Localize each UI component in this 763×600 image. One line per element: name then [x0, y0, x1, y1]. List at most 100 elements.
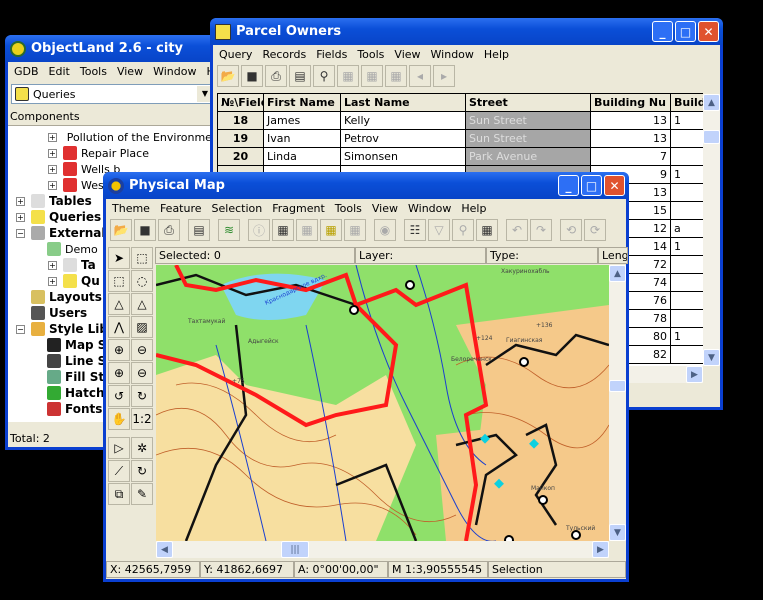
- cell-first[interactable]: Linda: [263, 147, 341, 166]
- scroll-up-icon[interactable]: ▲: [609, 265, 626, 282]
- expand-toggle-icon[interactable]: −: [16, 324, 25, 334]
- scroll-thumb[interactable]: [609, 380, 626, 392]
- select-circle-icon[interactable]: ◌: [131, 270, 153, 292]
- maximize-button[interactable]: □: [581, 175, 602, 196]
- cell-last[interactable]: Kelly: [340, 111, 466, 130]
- cell-n[interactable]: 19: [217, 129, 264, 148]
- cell-build[interactable]: 1: [670, 165, 703, 184]
- menu-fields[interactable]: Fields: [316, 48, 347, 61]
- link-object-icon[interactable]: ◉: [374, 219, 396, 241]
- table-row[interactable]: 19 Ivan Petrov Sun Street 13: [217, 129, 703, 148]
- back-icon[interactable]: ↶: [506, 219, 528, 241]
- parcel-titlebar[interactable]: Parcel Owners _ □ ✕: [210, 18, 723, 45]
- redo-icon[interactable]: ⟳: [584, 219, 606, 241]
- pointer-icon[interactable]: ➤: [108, 247, 130, 269]
- menu-view[interactable]: View: [394, 48, 420, 61]
- zoom-out-bar-icon[interactable]: ⊖: [131, 362, 153, 384]
- select-hatch-icon[interactable]: ▨: [131, 316, 153, 338]
- open-icon[interactable]: 📂: [217, 65, 239, 87]
- maximize-button[interactable]: □: [675, 21, 696, 42]
- table-row[interactable]: 20 Linda Simonsen Park Avenue 7: [217, 147, 703, 166]
- menu-window[interactable]: Window: [431, 48, 474, 61]
- cell-build[interactable]: [670, 291, 703, 310]
- info-icon[interactable]: ⓘ: [248, 219, 270, 241]
- cell-build[interactable]: [670, 201, 703, 220]
- component-combo[interactable]: Queries ▼: [11, 84, 214, 104]
- rotate-right-icon[interactable]: ↻: [131, 385, 153, 407]
- next-icon[interactable]: ▸: [433, 65, 455, 87]
- expand-toggle-icon[interactable]: +: [48, 260, 57, 270]
- cell-build[interactable]: [670, 255, 703, 274]
- map-hscrollbar[interactable]: ◀ ||| ▶: [156, 541, 609, 558]
- cell-first[interactable]: Ivan: [263, 129, 341, 148]
- polyline-icon[interactable]: ⟋: [108, 460, 130, 482]
- menu-help[interactable]: Help: [484, 48, 509, 61]
- expand-toggle-icon[interactable]: −: [16, 228, 25, 238]
- scroll-right-icon[interactable]: ▶: [686, 366, 703, 383]
- menu-tools[interactable]: Tools: [357, 48, 384, 61]
- expand-toggle-icon[interactable]: +: [48, 164, 57, 174]
- expand-toggle-icon[interactable]: +: [48, 132, 57, 142]
- scroll-down-icon[interactable]: ▼: [703, 349, 720, 366]
- legend-icon[interactable]: ☷: [404, 219, 426, 241]
- cell-n[interactable]: 20: [217, 147, 264, 166]
- menu-tools[interactable]: Tools: [335, 202, 362, 215]
- menu-fragment[interactable]: Fragment: [272, 202, 325, 215]
- menu-edit[interactable]: Edit: [49, 65, 70, 78]
- save-icon[interactable]: ■: [241, 65, 263, 87]
- cell-build[interactable]: [670, 345, 703, 364]
- open-icon[interactable]: 📂: [110, 219, 132, 241]
- cell-n[interactable]: 18: [217, 111, 264, 130]
- col-header-build[interactable]: Build: [670, 93, 703, 112]
- copy-fragment-icon[interactable]: ⧉: [108, 483, 130, 505]
- cell-last[interactable]: Simonsen: [340, 147, 466, 166]
- search-icon[interactable]: ⚲: [452, 219, 474, 241]
- zoom-in-bar-icon[interactable]: ⊕: [108, 362, 130, 384]
- grid-icon[interactable]: ▦: [476, 219, 498, 241]
- scroll-thumb[interactable]: [703, 130, 720, 144]
- cell-build[interactable]: [670, 183, 703, 202]
- cell-build[interactable]: [670, 147, 703, 166]
- map-titlebar[interactable]: Physical Map _ □ ✕: [103, 172, 629, 199]
- find-icon[interactable]: ⚲: [313, 65, 335, 87]
- col-header-street[interactable]: Street: [465, 93, 591, 112]
- menu-selection[interactable]: Selection: [212, 202, 263, 215]
- add-row-icon[interactable]: ▦: [361, 65, 383, 87]
- prev-icon[interactable]: ◂: [409, 65, 431, 87]
- map-canvas[interactable]: Тахтамукай Адыгейск Краснодарское вдхр. …: [156, 265, 609, 541]
- map-vscrollbar[interactable]: ▲ ▼: [609, 265, 626, 541]
- scroll-down-icon[interactable]: ▼: [609, 524, 626, 541]
- filter-icon[interactable]: ▽: [428, 219, 450, 241]
- tree-item[interactable]: + Repair Place: [8, 145, 217, 161]
- cell-last[interactable]: Petrov: [340, 129, 466, 148]
- select-line-icon[interactable]: ⋀: [108, 316, 130, 338]
- minimize-button[interactable]: _: [558, 175, 579, 196]
- cell-build[interactable]: [670, 309, 703, 328]
- cell-first[interactable]: James: [263, 111, 341, 130]
- rotate-left-icon[interactable]: ↺: [108, 385, 130, 407]
- cell-build[interactable]: [670, 129, 703, 148]
- menu-feature[interactable]: Feature: [160, 202, 202, 215]
- menu-help[interactable]: Help: [461, 202, 486, 215]
- menu-window[interactable]: Window: [153, 65, 196, 78]
- expand-toggle-icon[interactable]: +: [48, 180, 57, 190]
- scroll-thumb[interactable]: |||: [281, 541, 309, 558]
- expand-toggle-icon[interactable]: +: [16, 212, 25, 222]
- cell-build[interactable]: a: [670, 219, 703, 238]
- menu-window[interactable]: Window: [408, 202, 451, 215]
- zoom-in-icon[interactable]: ⊕: [108, 339, 130, 361]
- close-button[interactable]: ✕: [604, 175, 625, 196]
- forward-icon[interactable]: ↷: [530, 219, 552, 241]
- properties-icon[interactable]: ▤: [188, 219, 210, 241]
- select-free-icon[interactable]: △: [131, 293, 153, 315]
- cell-build[interactable]: 1: [670, 111, 703, 130]
- close-button[interactable]: ✕: [698, 21, 719, 42]
- select-rect-icon[interactable]: ⬚: [108, 270, 130, 292]
- objectland-titlebar[interactable]: ObjectLand 2.6 - city: [5, 35, 220, 62]
- col-header-last-name[interactable]: Last Name: [340, 93, 466, 112]
- save-icon[interactable]: ■: [134, 219, 156, 241]
- cell-num[interactable]: 13: [590, 129, 671, 148]
- cell-build[interactable]: 1: [670, 327, 703, 346]
- menu-records[interactable]: Records: [262, 48, 306, 61]
- link-query-icon[interactable]: ▦: [344, 219, 366, 241]
